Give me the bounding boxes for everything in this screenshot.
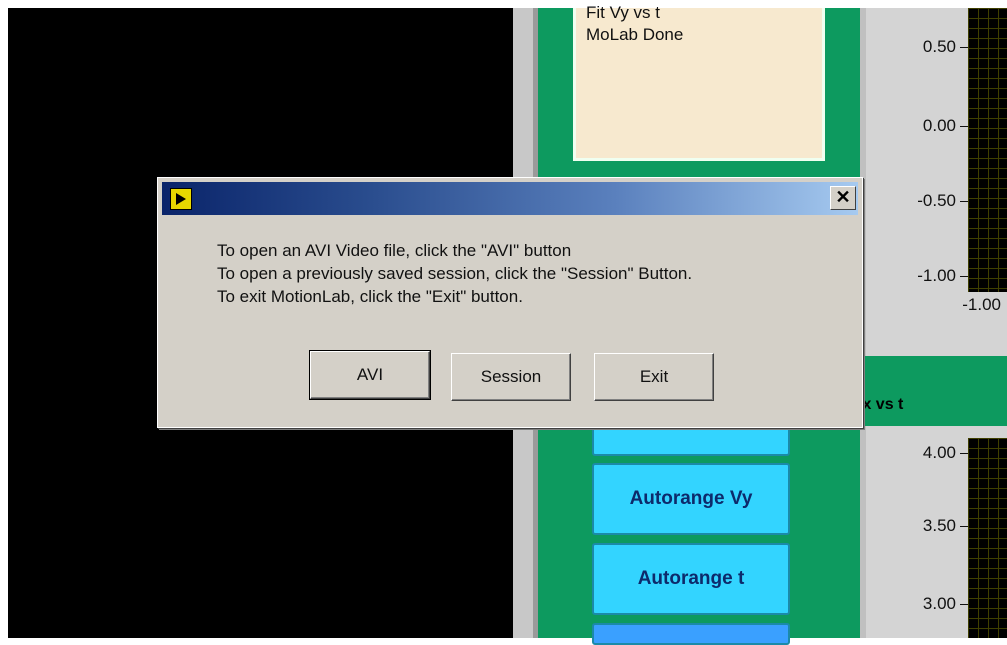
y-tick-mark: [960, 526, 968, 527]
y-tick-mark: [960, 276, 968, 277]
graph-header: [848, 356, 1007, 426]
y-tick-label: 0.00: [922, 116, 956, 135]
close-button[interactable]: ✕: [830, 186, 856, 210]
next-side-button[interactable]: [592, 623, 790, 645]
y-tick-mark: [960, 47, 968, 48]
graph-title: /x vs t: [858, 396, 904, 413]
dialog-titlebar[interactable]: ✕: [162, 182, 858, 215]
x-tick-label: -1.00: [962, 295, 1001, 314]
exit-button[interactable]: Exit: [594, 353, 714, 401]
y-tick-label: -1.00: [917, 266, 956, 285]
vy-vs-t-plot[interactable]: [968, 8, 1007, 292]
startup-dialog: ✕ To open an AVI Video file, click the "…: [157, 177, 863, 428]
labview-run-icon: [170, 188, 192, 210]
status-log: Fit Vy vs t MoLab Done: [573, 3, 825, 161]
y-tick-mark: [960, 126, 968, 127]
y-tick-label: 3.00: [922, 594, 956, 613]
log-line: MoLab Done: [586, 25, 684, 44]
y-tick-mark: [960, 604, 968, 605]
dialog-message-line: To exit MotionLab, click the "Exit" butt…: [217, 287, 523, 306]
y-tick-label: 0.50: [922, 37, 956, 56]
log-line: Fit Vy vs t: [586, 3, 660, 22]
autorange-vy-button[interactable]: Autorange Vy: [592, 463, 790, 535]
avi-button[interactable]: AVI: [309, 350, 431, 400]
y-tick-mark: [960, 453, 968, 454]
dialog-message-line: To open an AVI Video file, click the "AV…: [217, 241, 572, 260]
vx-vs-t-plot[interactable]: [968, 438, 1007, 638]
session-button[interactable]: Session: [451, 353, 571, 401]
dialog-message-line: To open a previously saved session, clic…: [217, 264, 693, 283]
y-tick-label: -0.50: [917, 191, 956, 210]
autorange-t-button[interactable]: Autorange t: [592, 543, 790, 615]
y-tick-label: 3.50: [922, 516, 956, 535]
y-tick-mark: [960, 201, 968, 202]
y-tick-label: 4.00: [922, 443, 956, 462]
